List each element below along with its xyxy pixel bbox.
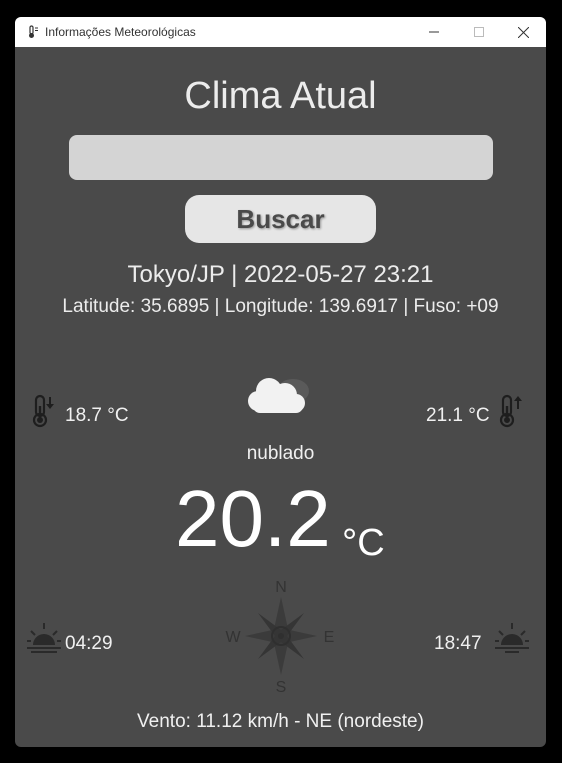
window-title: Informações Meteorológicas	[45, 25, 196, 39]
min-temperature: 18.7 °C	[65, 405, 129, 426]
cloud-icon	[241, 369, 319, 421]
sunset-time: 18:47	[434, 633, 482, 654]
wind-info: Vento: 11.12 km/h - NE (nordeste)	[137, 711, 424, 732]
location-title: Tokyo/JP | 2022-05-27 23:21	[127, 261, 434, 288]
thermometer-up-icon	[496, 393, 526, 429]
maximize-button[interactable]	[456, 17, 501, 47]
temperature-unit: °C	[342, 522, 385, 564]
compass-s: S	[276, 679, 287, 696]
weather-description: nublado	[246, 443, 315, 464]
sunrise-time: 04:29	[65, 633, 113, 654]
thermometer-down-icon	[27, 393, 57, 429]
compass-e: E	[324, 629, 335, 646]
app-window: Informações Meteorológicas Clima Atual B…	[15, 17, 546, 747]
compass-w: W	[225, 629, 241, 646]
sunset-icon	[493, 620, 531, 656]
max-temperature: 21.1 °C	[426, 405, 490, 426]
minimize-button[interactable]	[411, 17, 456, 47]
close-icon	[518, 26, 529, 38]
city-search-input[interactable]	[69, 135, 493, 180]
current-temperature: 20.2	[175, 474, 331, 563]
maximize-icon	[473, 27, 484, 37]
compass-icon: N S W E	[223, 575, 339, 697]
sunrise-icon	[25, 620, 63, 656]
page-title: Clima Atual	[184, 75, 377, 117]
compass-n: N	[275, 579, 287, 596]
minimize-icon	[428, 31, 439, 33]
search-button[interactable]: Buscar	[185, 195, 376, 243]
title-bar[interactable]: Informações Meteorológicas	[15, 17, 546, 47]
thermometer-app-icon	[24, 24, 40, 40]
close-button[interactable]	[501, 17, 546, 47]
coordinates-text: Latitude: 35.6895 | Longitude: 139.6917 …	[62, 296, 499, 317]
